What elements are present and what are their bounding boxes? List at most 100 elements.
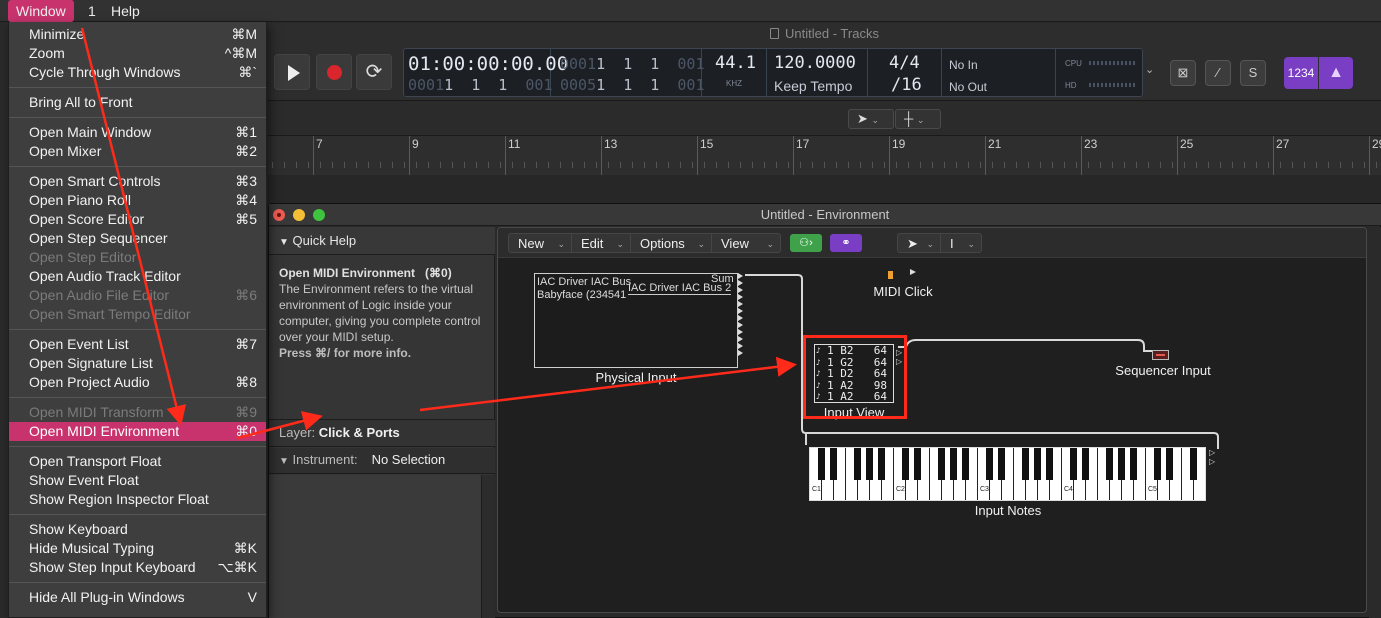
quick-help-header[interactable]: ▼ Quick Help	[269, 227, 495, 255]
menu-item-open-score-editor[interactable]: Open Score Editor ⌘5	[9, 210, 266, 229]
black-key[interactable]	[1190, 448, 1197, 480]
solo-button[interactable]: S	[1240, 60, 1266, 86]
environment-canvas[interactable]: IAC Driver IAC Bus Babyface (234541 Sum …	[498, 259, 1366, 612]
annotation-highlight-box	[803, 335, 907, 419]
black-key[interactable]	[878, 448, 885, 480]
black-key[interactable]	[1046, 448, 1053, 480]
port-triangle-icon	[738, 273, 744, 279]
ruler-minor-tick	[368, 162, 369, 168]
menu-item-cycle-through-windows[interactable]: Cycle Through Windows ⌘`	[9, 63, 266, 82]
black-key[interactable]	[1070, 448, 1077, 480]
menu-item-label: Open MIDI Environment	[29, 423, 180, 439]
black-key[interactable]	[950, 448, 957, 480]
view-menu[interactable]: View ⌄	[711, 233, 781, 253]
ruler-minor-tick	[656, 162, 657, 168]
menu-item-open-piano-roll[interactable]: Open Piano Roll ⌘4	[9, 191, 266, 210]
record-button[interactable]	[316, 54, 352, 90]
black-key[interactable]	[902, 448, 909, 480]
chevron-down-icon: ⌄	[926, 239, 934, 249]
black-key[interactable]	[1022, 448, 1029, 480]
black-key[interactable]	[866, 448, 873, 480]
menu-item-zoom[interactable]: Zoom ^⌘M	[9, 44, 266, 63]
crosshair-tool-menu[interactable]: ┼ ⌄	[895, 109, 941, 129]
cable-inputview-to-sequencer	[898, 339, 1152, 352]
menu-item-show-step-input-keyboard[interactable]: Show Step Input Keyboard ⌥⌘K	[9, 558, 266, 577]
options-menu[interactable]: Options ⌄	[630, 233, 712, 253]
black-key[interactable]	[1154, 448, 1161, 480]
black-key[interactable]	[830, 448, 837, 480]
pointer-tool-menu[interactable]: ➤ ⌄	[848, 109, 894, 129]
instrument-row[interactable]: ▼ Instrument: No Selection	[269, 448, 495, 474]
metronome-button[interactable]: ▲	[1319, 57, 1353, 89]
keyboard-port[interactable]: ▷ ▷	[1209, 448, 1215, 466]
black-key[interactable]	[1106, 448, 1113, 480]
ruler-minor-tick	[1364, 162, 1365, 168]
menu-item-show-keyboard[interactable]: Show Keyboard	[9, 520, 266, 539]
tuner-button[interactable]: ⁄	[1205, 60, 1231, 86]
layer-row[interactable]: Layer: Click & Ports	[269, 419, 495, 447]
ruler-minor-tick	[632, 162, 633, 168]
minimize-window-button[interactable]	[293, 209, 305, 221]
count-in-button[interactable]: 1234	[1284, 57, 1318, 89]
black-key[interactable]	[962, 448, 969, 480]
ruler-minor-tick	[1028, 162, 1029, 168]
edit-menu[interactable]: Edit ⌄	[571, 233, 631, 253]
new-menu[interactable]: New ⌄	[508, 233, 572, 253]
menu-item-open-mixer[interactable]: Open Mixer ⌘2	[9, 142, 266, 161]
menu-help[interactable]: Help	[103, 0, 148, 22]
menu-item-open-signature-list[interactable]: Open Signature List	[9, 354, 266, 373]
black-key[interactable]	[986, 448, 993, 480]
midi-through-button[interactable]: ⚇›	[790, 234, 822, 252]
menu-item-shortcut: ⌘0	[235, 423, 257, 439]
env-text-tool[interactable]: I ⌄	[940, 233, 982, 253]
env-pointer-tool[interactable]: ➤ ⌄	[897, 233, 941, 253]
black-key[interactable]	[1082, 448, 1089, 480]
menu-item-label: Cycle Through Windows	[29, 64, 181, 80]
menu-item-bring-all-to-front[interactable]: Bring All to Front	[9, 93, 266, 112]
quick-help-body: Open MIDI Environment (⌘0) The Environme…	[279, 265, 491, 361]
cycle-button[interactable]: ⟳	[356, 54, 392, 90]
black-key[interactable]	[1130, 448, 1137, 480]
menu-item-open-smart-controls[interactable]: Open Smart Controls ⌘3	[9, 172, 266, 191]
midi-in: No In	[949, 58, 978, 72]
replace-button[interactable]: ⊠	[1170, 60, 1196, 86]
menu-item-minimize[interactable]: Minimize ⌘M	[9, 25, 266, 44]
sequencer-input-icon[interactable]	[1152, 350, 1169, 360]
midi-click-port[interactable]	[910, 269, 916, 275]
menu-item-open-transport-float[interactable]: Open Transport Float	[9, 452, 266, 471]
menu-item-open-project-audio[interactable]: Open Project Audio ⌘8	[9, 373, 266, 392]
black-key[interactable]	[1034, 448, 1041, 480]
black-key[interactable]	[818, 448, 825, 480]
black-key[interactable]	[854, 448, 861, 480]
menu-item-open-midi-environment[interactable]: Open MIDI Environment ⌘0	[9, 422, 266, 441]
ruler-minor-tick	[644, 162, 645, 168]
midi-click-icon[interactable]	[888, 271, 893, 279]
black-key[interactable]	[998, 448, 1005, 480]
ruler-minor-tick	[1064, 162, 1065, 168]
input-notes-keyboard[interactable]: C1 C2 C3 C4 C5	[809, 447, 1206, 501]
black-key[interactable]	[938, 448, 945, 480]
menu-item-open-audio-track-editor[interactable]: Open Audio Track Editor	[9, 267, 266, 286]
lcd-expand-chevron-icon[interactable]: ⌄	[1145, 63, 1154, 76]
physical-input-ports[interactable]	[738, 273, 746, 359]
zoom-window-button[interactable]	[313, 209, 325, 221]
physical-input-object[interactable]: IAC Driver IAC Bus Babyface (234541 Sum …	[534, 273, 738, 368]
bar-ruler[interactable]: 7 9 11 13 15 17 19 21 23 25 27 29	[268, 135, 1381, 176]
menu-one[interactable]: 1	[80, 0, 104, 22]
menu-item-hide-all-plug-in-windows[interactable]: Hide All Plug-in Windows V	[9, 588, 266, 607]
menu-item-show-event-float[interactable]: Show Event Float	[9, 471, 266, 490]
link-button[interactable]: ⚭	[830, 234, 862, 252]
ruler-minor-tick	[860, 162, 861, 168]
lcd-display[interactable]: 01:00:00:00.00 00011 1 1 001 00011 1 1 0…	[403, 48, 1143, 97]
black-key[interactable]	[1118, 448, 1125, 480]
menu-item-open-event-list[interactable]: Open Event List ⌘7	[9, 335, 266, 354]
menu-item-hide-musical-typing[interactable]: Hide Musical Typing ⌘K	[9, 539, 266, 558]
play-button[interactable]	[274, 54, 310, 90]
black-key[interactable]	[1166, 448, 1173, 480]
menu-item-open-main-window[interactable]: Open Main Window ⌘1	[9, 123, 266, 142]
close-window-button[interactable]	[273, 209, 285, 221]
menu-window[interactable]: Window	[8, 0, 74, 22]
menu-item-open-step-sequencer[interactable]: Open Step Sequencer	[9, 229, 266, 248]
menu-item-show-region-inspector-float[interactable]: Show Region Inspector Float	[9, 490, 266, 509]
black-key[interactable]	[914, 448, 921, 480]
